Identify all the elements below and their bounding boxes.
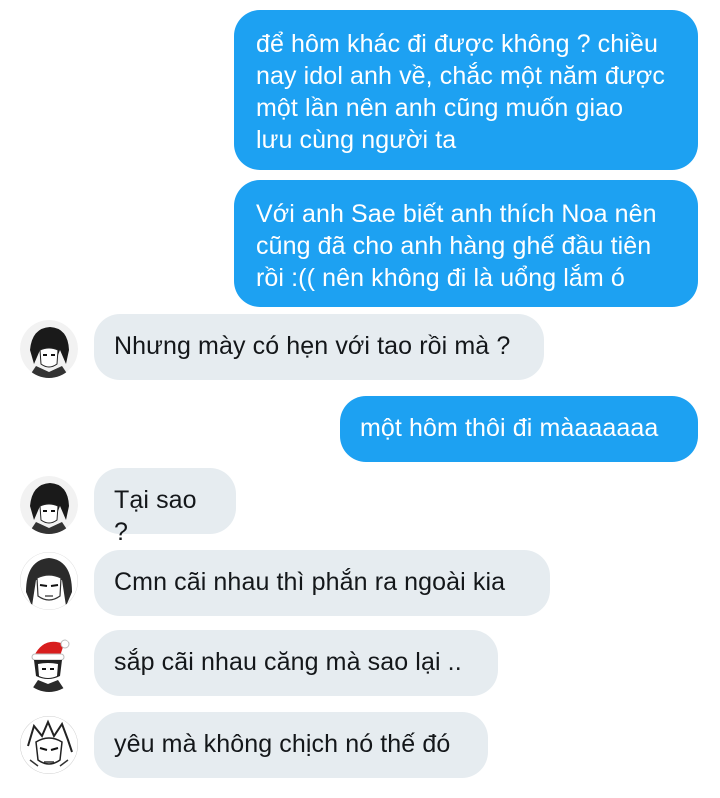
incoming-message[interactable]: Cmn cãi nhau thì phắn ra ngoài kia — [94, 550, 550, 616]
avatar-long-hair-icon[interactable] — [20, 552, 78, 610]
incoming-message[interactable]: Nhưng mày có hẹn với tao rồi mà ? — [94, 314, 544, 380]
incoming-message[interactable]: sắp cãi nhau căng mà sao lại .. — [94, 630, 498, 696]
avatar-sketch-icon[interactable] — [20, 716, 78, 774]
message-thread: để hôm khác đi được không ? chiều nay id… — [0, 0, 720, 798]
avatar-santa-hat-icon[interactable] — [20, 634, 78, 692]
incoming-message[interactable]: yêu mà không chịch nó thế đó — [94, 712, 488, 778]
incoming-message[interactable]: Tại sao ? — [94, 468, 236, 546]
outgoing-message[interactable]: để hôm khác đi được không ? chiều nay id… — [234, 10, 698, 170]
avatar-dark-hair-icon[interactable] — [20, 320, 78, 378]
avatar-dark-hair-icon[interactable] — [20, 476, 78, 534]
outgoing-message[interactable]: Với anh Sae biết anh thích Noa nên cũng … — [234, 180, 698, 307]
outgoing-message[interactable]: một hôm thôi đi màaaaaaa — [340, 396, 698, 462]
